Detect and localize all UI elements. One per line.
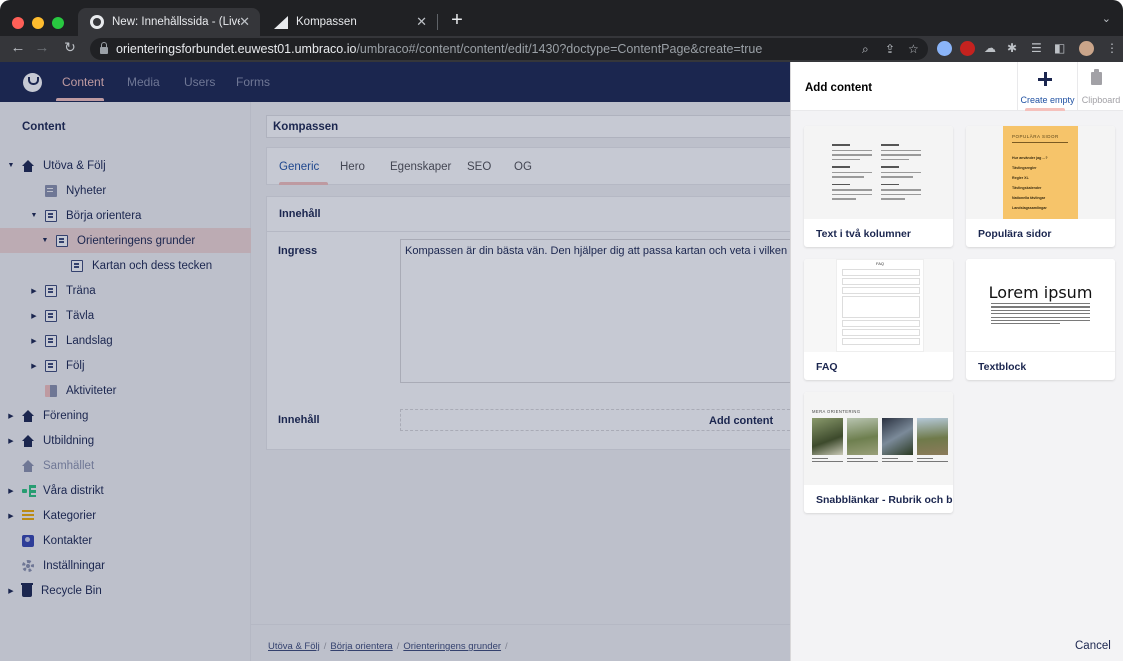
card-thumbnail: Lorem ipsum (966, 259, 1115, 352)
thumb-text: FAQ (875, 261, 884, 266)
card-label: Text i två kolumner (816, 228, 911, 240)
tab-title: New: Innehållssida - (Live) Cor (112, 16, 240, 28)
thumb-text: Regler XL (1012, 176, 1029, 180)
clipboard-icon (1091, 69, 1102, 85)
chevron-down-icon[interactable]: ⌄ (1102, 12, 1111, 25)
browser-tab-kompassen[interactable]: Kompassen ✕ (262, 8, 437, 36)
thumb-text: Landslagssamlingar (1012, 206, 1047, 210)
url-path: /umbraco#/content/content/edit/1430?doct… (356, 42, 763, 56)
add-content-dialog: Add content Create empty Clipboard Text … (790, 62, 1123, 661)
block-card-textblock[interactable]: Lorem ipsum Textblock (966, 259, 1115, 380)
card-thumbnail: POPULÄRA SIDOR Hur använder jag ...? Täv… (966, 126, 1115, 219)
url-host: orienteringsforbundet.euwest01.umbraco.i… (116, 42, 357, 56)
create-empty-button[interactable]: Create empty (1017, 62, 1077, 111)
modal-overlay[interactable] (0, 62, 790, 661)
dialog-header: Add content Create empty Clipboard (791, 62, 1123, 111)
reload-icon[interactable]: ↻ (60, 39, 80, 56)
card-thumbnail (804, 126, 953, 219)
block-card-popular-pages[interactable]: POPULÄRA SIDOR Hur använder jag ...? Täv… (966, 126, 1115, 247)
playlist-icon[interactable]: ☰ (1031, 41, 1042, 55)
navigation-bar: ← → ↻ orienteringsforbundet.euwest01.umb… (0, 36, 1123, 62)
card-label: Textblock (978, 361, 1027, 373)
close-window-button[interactable] (12, 17, 24, 29)
new-tab-button[interactable]: + (445, 9, 469, 32)
ublock-icon[interactable] (960, 41, 975, 56)
close-icon[interactable]: ✕ (416, 14, 427, 30)
block-card-text-two-columns[interactable]: Text i två kolumner (804, 126, 953, 247)
create-empty-label: Create empty (1020, 95, 1075, 105)
card-label: Snabblänkar - Rubrik och bild (816, 494, 953, 506)
triangle-logo-icon (274, 15, 288, 29)
thumb-text: Nationella tävlingar (1012, 196, 1046, 200)
dialog-title: Add content (805, 82, 873, 94)
thumb-text: Hur använder jag ...? (1012, 156, 1048, 160)
block-card-quicklinks[interactable]: MERA ORIENTERING Snabblänkar - Rubrik oc… (804, 392, 953, 513)
clipboard-button[interactable]: Clipboard (1077, 62, 1123, 111)
cancel-button[interactable]: Cancel (1075, 640, 1111, 652)
cloud-icon[interactable]: ☁ (984, 41, 996, 55)
globe-icon (90, 15, 104, 29)
puzzle-icon[interactable]: ✱ (1007, 41, 1017, 55)
thumb-text: Tävlingsregler (1012, 166, 1037, 170)
tab-strip: New: Innehållssida - (Live) Cor ✕ Kompas… (0, 0, 1123, 36)
zoom-icon[interactable]: ⌕ (862, 42, 869, 57)
minimize-window-button[interactable] (32, 17, 44, 29)
browser-chrome: New: Innehållssida - (Live) Cor ✕ Kompas… (0, 0, 1123, 62)
card-label: FAQ (816, 361, 838, 373)
forward-arrow-icon[interactable]: → (32, 39, 52, 56)
thumb-text: Lorem ipsum (988, 283, 1093, 302)
card-thumbnail: MERA ORIENTERING (804, 392, 953, 485)
block-card-faq[interactable]: FAQ FAQ (804, 259, 953, 380)
thumb-text: POPULÄRA SIDOR (1012, 134, 1059, 139)
maximize-window-button[interactable] (52, 17, 64, 29)
plus-icon (1038, 72, 1052, 86)
tab-separator (437, 14, 438, 30)
lock-icon (100, 42, 108, 54)
profile-avatar[interactable] (1079, 41, 1094, 56)
share-icon[interactable]: ⇪ (885, 42, 895, 56)
active-action-indicator (1025, 108, 1065, 111)
extension-icon[interactable] (937, 41, 952, 56)
thumb-text: MERA ORIENTERING (812, 409, 861, 414)
card-thumbnail: FAQ (804, 259, 953, 352)
address-bar[interactable]: orienteringsforbundet.euwest01.umbraco.i… (90, 38, 928, 60)
star-icon[interactable]: ☆ (908, 42, 919, 56)
more-menu-icon[interactable]: ⋮ (1106, 41, 1118, 55)
clipboard-label: Clipboard (1081, 95, 1121, 105)
close-icon[interactable]: ✕ (239, 14, 250, 30)
sidepanel-icon[interactable]: ◧ (1054, 41, 1065, 55)
browser-tab-umbraco[interactable]: New: Innehållssida - (Live) Cor ✕ (78, 8, 260, 36)
card-label: Populära sidor (978, 228, 1052, 240)
back-arrow-icon[interactable]: ← (8, 39, 28, 56)
tab-title: Kompassen (296, 16, 357, 28)
thumb-text: Tävlingskalender (1012, 186, 1042, 190)
